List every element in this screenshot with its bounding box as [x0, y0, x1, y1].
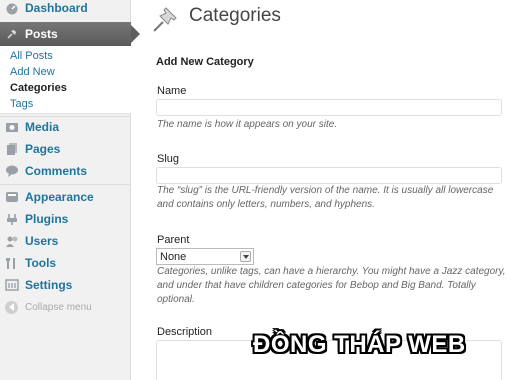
collapse-menu-button[interactable]: Collapse menu — [0, 297, 131, 317]
parent-label: Parent — [157, 234, 190, 246]
slug-input[interactable] — [156, 167, 502, 184]
menu-item-media[interactable]: Media — [0, 116, 131, 138]
slug-label: Slug — [157, 153, 180, 165]
name-label: Name — [157, 85, 187, 97]
menu-item-users[interactable]: Users — [0, 230, 131, 252]
submenu-tags[interactable]: Tags — [10, 98, 33, 110]
add-new-category-heading: Add New Category — [156, 56, 254, 68]
menu-item-tools[interactable]: Tools — [0, 252, 131, 274]
name-help-text: The name is how it appears on your site. — [157, 119, 338, 130]
submenu-add-new[interactable]: Add New — [10, 66, 55, 78]
menu-label-users: Users — [25, 234, 59, 248]
menu-label-plugins: Plugins — [25, 212, 69, 226]
menu-item-plugins[interactable]: Plugins — [0, 208, 131, 230]
menu-item-appearance[interactable]: Appearance — [0, 186, 131, 208]
menu-item-pages[interactable]: Pages — [0, 138, 131, 160]
chevron-down-icon — [240, 251, 251, 262]
collapse-menu-label: Collapse menu — [25, 301, 92, 313]
users-icon — [5, 234, 19, 248]
pin-icon — [5, 27, 19, 41]
menu-item-posts[interactable]: Posts — [0, 22, 140, 46]
menu-label-media: Media — [25, 120, 60, 134]
menu-label-dashboard: Dashboard — [25, 1, 88, 15]
menu-item-dashboard[interactable]: Dashboard — [0, 0, 131, 19]
admin-sidebar: Dashboard Posts All Posts Add New Catego… — [0, 0, 140, 380]
menu-label-comments: Comments — [25, 164, 88, 178]
page-title: Categories — [189, 5, 281, 26]
submenu-all-posts[interactable]: All Posts — [10, 50, 53, 62]
watermark: ĐỒNG THÁP WEB — [253, 331, 466, 358]
pages-icon — [5, 142, 19, 156]
media-icon — [5, 120, 19, 134]
parent-help-text: Categories, unlike tags, can have a hier… — [157, 266, 506, 305]
name-input[interactable] — [156, 99, 502, 116]
submenu-categories[interactable]: Categories — [10, 82, 67, 94]
collapse-arrow-icon — [5, 300, 18, 314]
slug-help-text: The “slug” is the URL-friendly version o… — [157, 185, 494, 210]
menu-label-pages: Pages — [25, 142, 61, 156]
description-label: Description — [157, 326, 213, 338]
pushpin-icon — [150, 4, 180, 34]
menu-item-settings[interactable]: Settings — [0, 274, 131, 296]
tools-icon — [5, 256, 19, 270]
menu-label-posts: Posts — [25, 27, 58, 41]
menu-label-tools: Tools — [25, 256, 57, 270]
menu-item-comments[interactable]: Comments — [0, 160, 131, 182]
parent-select[interactable]: None — [156, 248, 254, 265]
posts-submenu: All Posts Add New Categories Tags — [0, 46, 131, 114]
menu-separator — [0, 184, 131, 185]
menu-label-settings: Settings — [25, 278, 73, 292]
settings-icon — [5, 278, 19, 292]
plugins-icon — [5, 212, 19, 226]
dashboard-icon — [5, 1, 19, 15]
menu-label-appearance: Appearance — [25, 190, 94, 204]
parent-selected-value: None — [160, 250, 187, 263]
appearance-icon — [5, 190, 19, 204]
comments-icon — [5, 164, 19, 178]
